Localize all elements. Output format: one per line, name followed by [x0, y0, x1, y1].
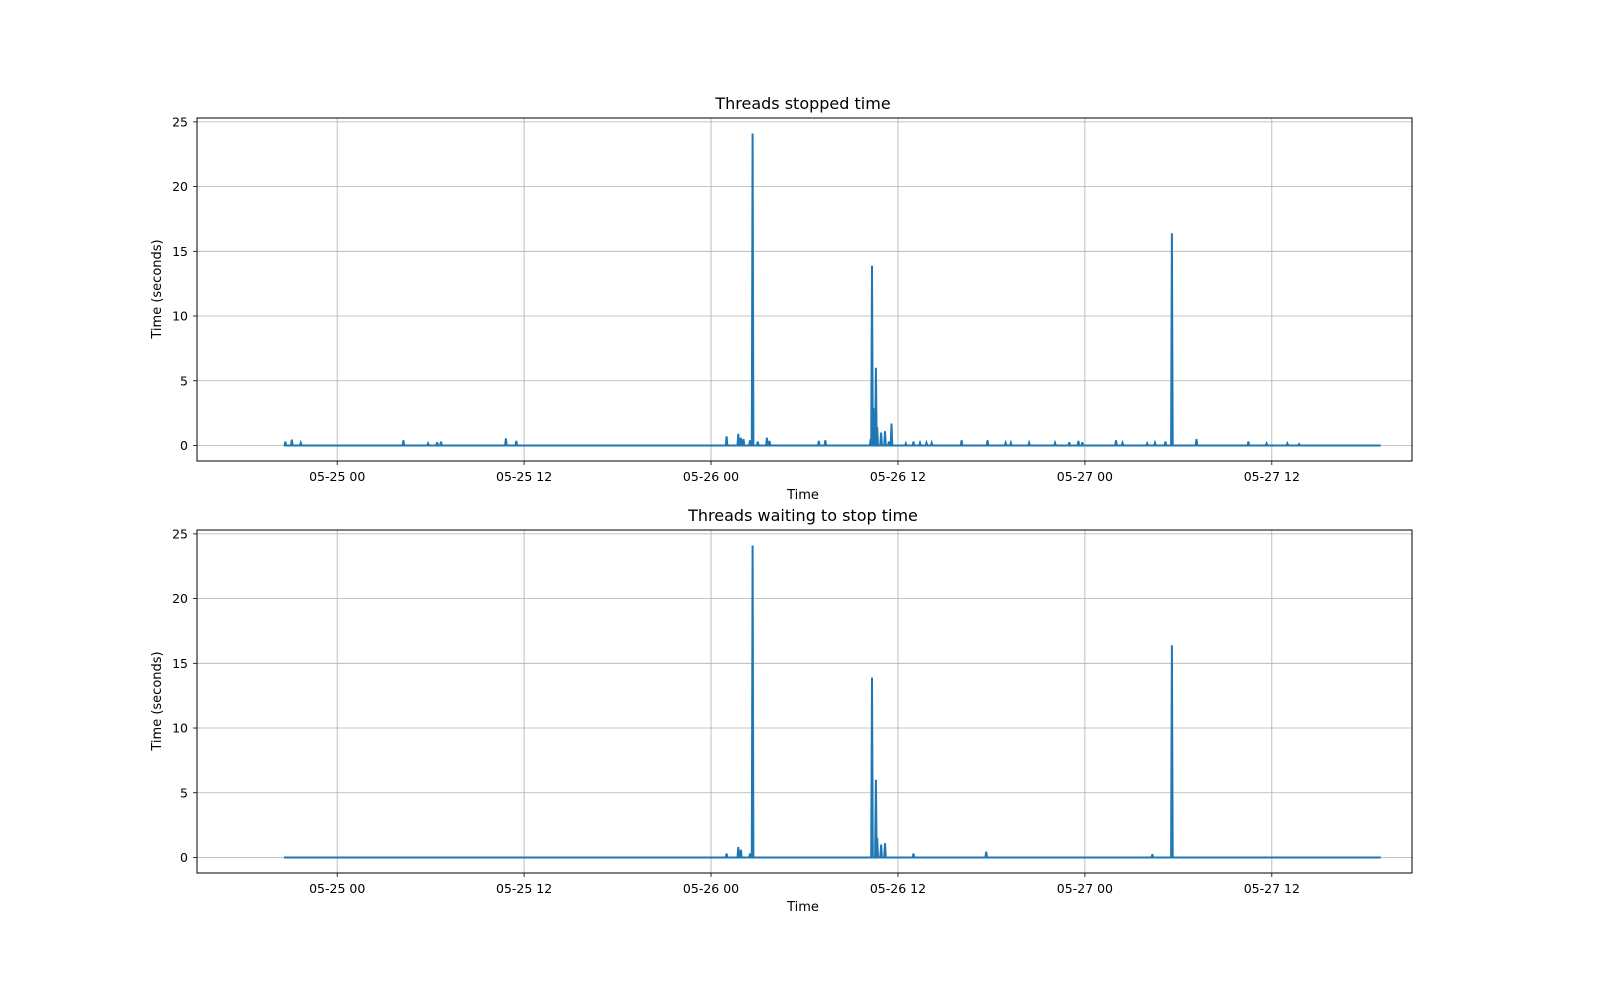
y-tick-label: 15 [172, 244, 188, 259]
x-tick-label: 05-27 00 [1057, 469, 1113, 484]
x-tick-label: 05-27 00 [1057, 881, 1113, 896]
x-tick-label: 05-26 12 [870, 469, 926, 484]
figure: Threads stopped time 05-25 00 05-25 12 05-… [0, 0, 1600, 1000]
x-tick-label: 05-27 12 [1244, 881, 1300, 896]
x-tick-label: 05-26 00 [683, 469, 739, 484]
y-tick-label: 0 [180, 438, 188, 453]
x-tick-label: 05-25 00 [309, 469, 365, 484]
x-tick-label: 05-25 12 [496, 881, 552, 896]
y-tick-label: 0 [180, 850, 188, 865]
chart-title: Threads stopped time [714, 94, 890, 113]
x-tick-label: 05-26 00 [683, 881, 739, 896]
y-tick-label: 5 [180, 373, 188, 388]
x-tick-label: 05-27 12 [1244, 469, 1300, 484]
y-tick-label: 20 [172, 591, 188, 606]
chart-title: Threads waiting to stop time [687, 506, 918, 525]
x-tick-label: 05-25 00 [309, 881, 365, 896]
y-tick-label: 20 [172, 179, 188, 194]
y-tick-label: 25 [172, 526, 188, 541]
y-axis-label: Time (seconds) [150, 651, 165, 751]
x-axis-label: Time [786, 900, 819, 915]
x-tick-label: 05-26 12 [870, 881, 926, 896]
y-tick-label: 10 [172, 721, 188, 736]
y-tick-label: 15 [172, 656, 188, 671]
y-axis-label: Time (seconds) [150, 239, 165, 339]
x-tick-label: 05-25 12 [496, 469, 552, 484]
y-tick-label: 10 [172, 309, 188, 324]
y-tick-label: 5 [180, 785, 188, 800]
y-tick-label: 25 [172, 114, 188, 129]
x-axis-label: Time [786, 488, 819, 503]
